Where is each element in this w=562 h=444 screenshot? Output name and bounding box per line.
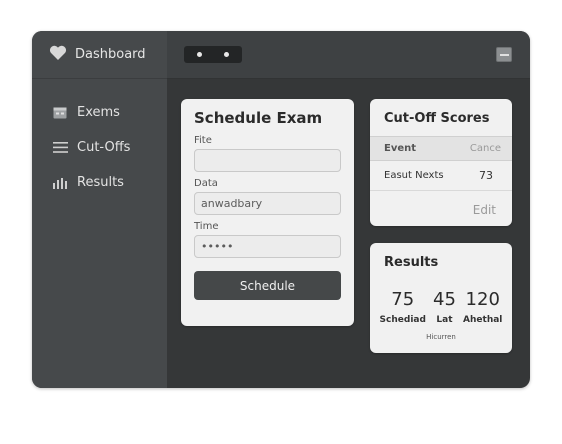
heart-icon bbox=[49, 45, 67, 65]
stat-lat: 45 Lat bbox=[433, 289, 456, 325]
column-header-cance[interactable]: Cance bbox=[470, 143, 501, 154]
results-footnote: Hicurren bbox=[426, 333, 456, 341]
app-window: Dashboard Exems Cut-Offs Results Schedul… bbox=[32, 31, 530, 388]
table-header: Event Cance bbox=[370, 136, 512, 161]
schedule-exam-title: Schedule Exam bbox=[194, 109, 323, 127]
schedule-button[interactable]: Schedule bbox=[194, 271, 341, 300]
stat-label: Lat bbox=[436, 315, 453, 325]
indicator-dot bbox=[197, 52, 202, 57]
fite-input[interactable] bbox=[194, 149, 341, 172]
minimize-icon bbox=[499, 53, 509, 56]
stat-label: Ahethal bbox=[463, 315, 503, 325]
bar-chart-icon bbox=[51, 177, 69, 189]
results-title: Results bbox=[384, 255, 439, 270]
sidebar-item-exems[interactable]: Exems bbox=[32, 95, 167, 130]
app-title: Dashboard bbox=[75, 47, 146, 62]
time-label: Time bbox=[194, 221, 219, 232]
data-input[interactable]: anwadbary bbox=[194, 192, 341, 215]
sidebar-item-label: Cut-Offs bbox=[77, 140, 131, 155]
results-stats: 75 Schediad 45 Lat 120 Ahethal bbox=[370, 289, 512, 325]
top-bar bbox=[167, 31, 530, 79]
stat-ahethal: 120 Ahethal bbox=[463, 289, 502, 325]
schedule-exam-card: Schedule Exam Fite Data anwadbary Time •… bbox=[181, 99, 354, 326]
edit-button[interactable]: Edit bbox=[473, 203, 496, 217]
stat-value: 75 bbox=[391, 289, 415, 310]
stat-schediad: 75 Schediad bbox=[380, 289, 426, 325]
sidebar-header: Dashboard bbox=[32, 31, 167, 79]
cut-off-scores-card: Cut-Off Scores Event Cance Easut Nexts 7… bbox=[370, 99, 512, 226]
results-card: Results 75 Schediad 45 Lat 120 Ahethal H… bbox=[370, 243, 512, 353]
score-cell: 73 bbox=[479, 169, 493, 182]
sidebar-item-cut-offs[interactable]: Cut-Offs bbox=[32, 130, 167, 165]
stat-label: Schediad bbox=[379, 315, 426, 325]
event-cell: Easut Nexts bbox=[384, 170, 444, 181]
column-header-event: Event bbox=[384, 143, 417, 154]
sidebar-item-label: Results bbox=[77, 175, 124, 190]
time-input[interactable]: ••••• bbox=[194, 235, 341, 258]
minimize-button[interactable] bbox=[496, 47, 512, 62]
cut-off-title: Cut-Off Scores bbox=[384, 111, 490, 126]
stat-value: 45 bbox=[433, 289, 456, 310]
sidebar-item-results[interactable]: Results bbox=[32, 165, 167, 200]
table-row[interactable]: Easut Nexts 73 bbox=[370, 161, 512, 191]
sidebar-item-label: Exems bbox=[77, 105, 120, 120]
menu-lines-icon bbox=[51, 142, 69, 153]
calendar-icon bbox=[51, 106, 69, 119]
status-pill[interactable] bbox=[184, 46, 242, 63]
indicator-dot bbox=[224, 52, 229, 57]
sidebar-nav: Exems Cut-Offs Results bbox=[32, 79, 167, 200]
sidebar: Dashboard Exems Cut-Offs Results bbox=[32, 31, 167, 388]
data-label: Data bbox=[194, 178, 218, 189]
stat-value: 120 bbox=[465, 289, 500, 310]
fite-label: Fite bbox=[194, 135, 212, 146]
